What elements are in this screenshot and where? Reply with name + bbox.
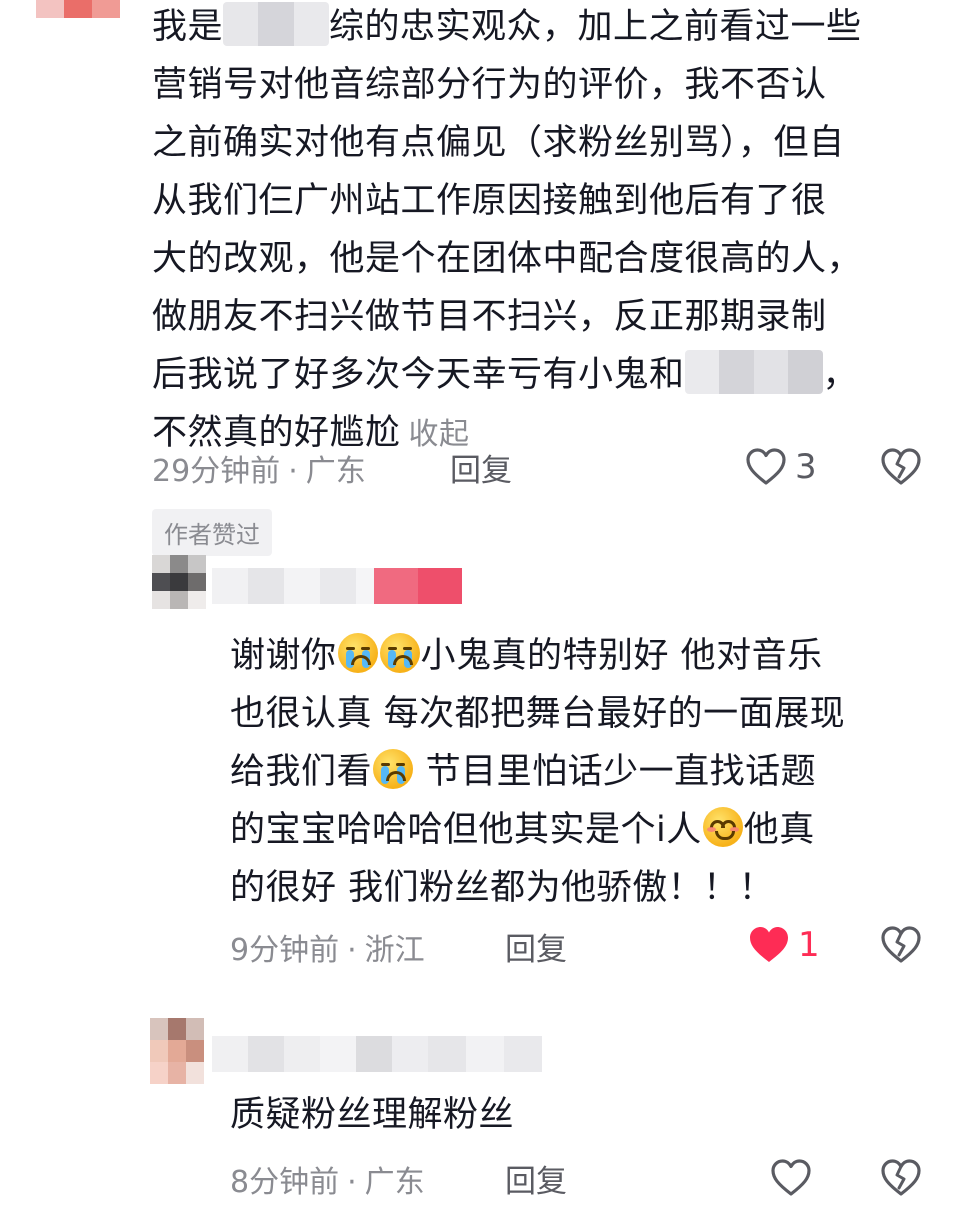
comment-location: 浙江 (364, 933, 425, 968)
comment-body: 我是 综的忠实观众，加上之前看过一些 营销号对他音综部分行为的评价，我不否认 之… (152, 0, 862, 462)
reply-button[interactable]: 回复 (505, 924, 567, 969)
comment-text-segment: 的宝宝哈哈哈但他其实是个i人 (230, 810, 702, 850)
comment-text-segment: 小鬼真的特别好 他对音乐 (420, 636, 823, 676)
comment-meta: 29分钟前 · 广东 (152, 446, 366, 490)
comment-text-segment: ， (822, 355, 859, 395)
avatar[interactable] (150, 1018, 204, 1084)
like-count: 3 (795, 447, 817, 487)
username[interactable] (212, 568, 462, 604)
crying-emoji-icon (337, 633, 378, 673)
like-button[interactable]: 1 (748, 921, 820, 969)
comment-line: 也很认真 每次都把舞台最好的一面展现 (230, 694, 846, 734)
author-liked-badge: 作者赞过 (152, 509, 272, 556)
comment-text-segment: 他真 (743, 810, 815, 850)
crying-emoji-icon (379, 633, 420, 673)
heart-filled-icon (748, 925, 790, 965)
like-button[interactable] (770, 1154, 812, 1202)
comment-line: 之前确实对他有点偏见（求粉丝别骂），但自 (152, 123, 845, 163)
comment-text-segment: 综的忠实观众，加上之前看过一些 (329, 7, 862, 47)
username[interactable] (212, 1036, 542, 1072)
avatar[interactable] (152, 555, 206, 609)
comment-meta: 9分钟前 · 浙江 (230, 925, 425, 969)
like-button[interactable]: 3 (745, 443, 817, 491)
comment-time: 8分钟前 (230, 1165, 340, 1200)
comment-meta: 8分钟前 · 广东 (230, 1157, 425, 1201)
smiling-emoji-icon (702, 807, 743, 847)
avatar[interactable] (36, 0, 120, 18)
comment-line: 大的改观，他是个在团体中配合度很高的人， (152, 239, 863, 279)
comment-text-segment: 谢谢你 (230, 636, 337, 676)
comment-text-segment: 给我们看 (230, 752, 373, 792)
comment-location: 广东 (364, 1165, 425, 1200)
reply-button[interactable]: 回复 (450, 445, 512, 490)
comment-text-segment: 后我说了好多次今天幸亏有小鬼和 (152, 355, 685, 395)
heart-outline-icon (745, 447, 787, 487)
comment-line: 营销号对他音综部分行为的评价，我不否认 (152, 65, 827, 105)
like-count: 1 (798, 925, 820, 965)
comment-line: 做朋友不扫兴做节目不扫兴，反正那期录制 (152, 297, 827, 337)
crying-emoji-icon (373, 749, 414, 789)
broken-heart-icon[interactable] (880, 925, 922, 965)
broken-heart-icon[interactable] (880, 447, 922, 487)
meta-separator: · (288, 454, 298, 489)
comment-line: 从我们仨广州站工作原因接触到他后有了很 (152, 181, 827, 221)
comment-line: 的很好 我们粉丝都为他骄傲！！！ (230, 868, 775, 908)
redacted-name (223, 2, 330, 46)
comment-text-segment: 节目里怕话少一直找话题 (414, 752, 817, 792)
comment-time: 9分钟前 (230, 933, 340, 968)
meta-separator: · (347, 933, 357, 968)
redacted-name (684, 350, 823, 394)
comment-location: 广东 (305, 454, 366, 489)
comment-body: 质疑粉丝理解粉丝 (230, 1095, 515, 1135)
heart-outline-icon (770, 1158, 812, 1198)
meta-separator: · (347, 1165, 357, 1200)
comment-body: 谢谢你 小鬼真的特别好 他对音乐 也很认真 每次都把舞台最好的一面展现 给我们看 … (230, 627, 845, 917)
comment-text-segment: 我是 (152, 7, 224, 47)
reply-button[interactable]: 回复 (505, 1156, 567, 1201)
broken-heart-icon[interactable] (880, 1158, 922, 1198)
comment-time: 29分钟前 (152, 454, 281, 489)
